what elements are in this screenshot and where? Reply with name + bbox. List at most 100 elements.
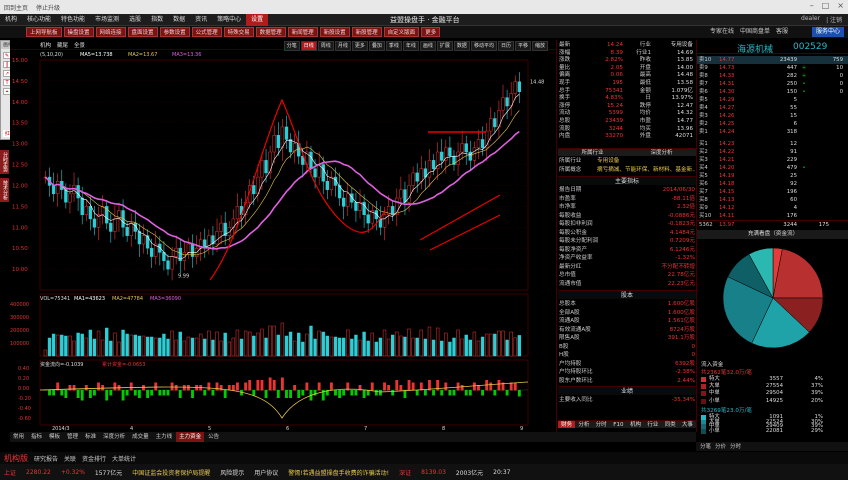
menu-item-6[interactable]: 数据 xyxy=(168,14,190,26)
menu-item-3[interactable]: 市场监测 xyxy=(90,14,124,26)
orderbook-row[interactable]: 卖2 14.25 6 xyxy=(697,120,848,128)
news-4[interactable]: 警惕!若遇益盟操盘手收费的诈骗活动! xyxy=(288,468,389,477)
industry-tab-0[interactable]: 所属行业 xyxy=(558,149,627,156)
toolbar-button-3[interactable]: 盘面设置 xyxy=(127,27,158,37)
status-item-4[interactable]: 大单统计 xyxy=(112,454,136,463)
bottom-tab-0[interactable]: 常用 xyxy=(10,432,27,442)
orderbook-row[interactable]: 卖8 14.33 282 +0 xyxy=(697,72,848,80)
account-item-1[interactable]: | 注销 xyxy=(826,15,842,24)
toolbar-link-0[interactable]: 专家在线 xyxy=(710,27,734,37)
bottom-tab-6[interactable]: 成交量 xyxy=(129,432,152,442)
menu-item-9[interactable]: 设置 xyxy=(246,13,269,26)
toolbar-button-7[interactable]: 数据管理 xyxy=(255,27,286,37)
period-tab-6[interactable]: 季线 xyxy=(385,41,402,51)
bottom-tab-8[interactable]: 主力资金 xyxy=(176,432,205,442)
period-tab-9[interactable]: 扩展 xyxy=(436,41,453,51)
minimize-icon[interactable]: – xyxy=(810,1,814,10)
right-tab-3[interactable]: F10 xyxy=(610,421,627,428)
status-item-2[interactable]: 关联 xyxy=(64,454,76,463)
right-tab-2[interactable]: 分时 xyxy=(593,421,610,428)
orderbook-row[interactable]: 卖9 14.73 447 +10 xyxy=(697,64,848,72)
bottom-tab-9[interactable]: 公告 xyxy=(205,432,222,442)
toolbar-button-4[interactable]: 参数设置 xyxy=(159,27,190,37)
menu-item-2[interactable]: 特色功能 xyxy=(56,14,90,26)
bottom-tab-7[interactable]: 主力线 xyxy=(153,432,176,442)
right-tab-0[interactable]: 财务 xyxy=(558,421,576,428)
side-tab-0[interactable]: 分时走势 xyxy=(0,150,9,174)
toolbar-button-5[interactable]: 公式管理 xyxy=(191,27,222,37)
period-tab-10[interactable]: 数据 xyxy=(453,41,470,51)
menu-item-5[interactable]: 指数 xyxy=(146,14,168,26)
menu-item-4[interactable]: 选股 xyxy=(124,14,146,26)
orderbook-row[interactable]: 卖6 14.30 150 • 0 xyxy=(697,88,848,96)
orderbook-row[interactable]: 买6 14.18 92 xyxy=(697,180,848,188)
orderbook-row[interactable]: 买4 14.20 479 • xyxy=(697,164,848,172)
orderbook-row[interactable]: 卖7 14.31 250 • 0 xyxy=(697,80,848,88)
period-tab-3[interactable]: 月线 xyxy=(334,41,351,51)
orderbook-row[interactable]: 买8 14.13 60 xyxy=(697,196,848,204)
menu-item-0[interactable]: 机构 xyxy=(0,14,22,26)
toolbar-button-6[interactable]: 特殊交易 xyxy=(223,27,254,37)
chart-label-2[interactable]: 全景 xyxy=(74,41,85,49)
toolbar-button-2[interactable]: 网络连接 xyxy=(95,27,126,37)
status-item-0[interactable]: 机构版 xyxy=(4,453,28,464)
right-tab-4[interactable]: 机构 xyxy=(627,421,644,428)
news-2[interactable]: 风险提示 xyxy=(220,468,244,477)
menu-item-7[interactable]: 资讯 xyxy=(190,14,212,26)
right-tab-6[interactable]: 同类 xyxy=(662,421,679,428)
right-tab-1[interactable]: 分析 xyxy=(575,421,592,428)
chart-label-1[interactable]: 藏尾 xyxy=(57,41,68,49)
news-3[interactable]: 用户协议 xyxy=(254,468,278,477)
orderbook-row[interactable]: 卖10 14.77 23439 759 xyxy=(697,56,848,64)
period-tab-4[interactable]: 更多 xyxy=(351,41,368,51)
period-tab-5[interactable]: 叠加 xyxy=(368,41,385,51)
news-1[interactable]: 中国证监会投资者保护局提醒 xyxy=(132,468,210,477)
orderbook-row[interactable]: 买2 14.22 91 xyxy=(697,148,848,156)
menu-item-8[interactable]: 策略中心 xyxy=(212,14,246,26)
period-tab-8[interactable]: 画线 xyxy=(419,41,436,51)
period-tab-0[interactable]: 分笔 xyxy=(283,41,300,51)
chart-area[interactable]: 15.00 14.50 14.00 13.50 13.00 12.50 12.00 11.50… xyxy=(10,40,556,432)
ob-tab-2[interactable]: 分时 xyxy=(730,442,741,451)
orderbook-row[interactable]: 卖3 14.26 15 xyxy=(697,112,848,120)
toolbar-button-1[interactable]: 操盘设置 xyxy=(63,27,94,37)
toolbar-button-0[interactable]: 上网导航板 xyxy=(26,27,62,37)
price-chart-svg[interactable]: 15.00 14.50 14.00 13.50 13.00 12.50 12.00 11.50… xyxy=(10,40,556,432)
ob-tab-1[interactable]: 分价 xyxy=(715,442,726,451)
period-tab-7[interactable]: 年线 xyxy=(402,41,419,51)
bottom-tab-4[interactable]: 标准 xyxy=(82,432,99,442)
orderbook-row[interactable]: 卖1 14.24 318 xyxy=(697,128,848,136)
close-icon[interactable]: × xyxy=(837,1,844,10)
right-tab-5[interactable]: 行业 xyxy=(644,421,661,428)
service-center-button[interactable]: 服务中心 xyxy=(811,27,844,37)
orderbook-row[interactable]: 卖4 14.27 55 xyxy=(697,104,848,112)
toolbar-button-10[interactable]: 新股管理 xyxy=(351,27,382,37)
orderbook-row[interactable]: 买5 14.19 25 xyxy=(697,172,848,180)
side-tab-1[interactable]: 技术分析 xyxy=(0,178,9,202)
bottom-tab-5[interactable]: 深度分析 xyxy=(100,432,128,442)
toolbar-link-2[interactable]: 客服 xyxy=(776,27,788,37)
orderbook-row[interactable]: 买7 14.15 196 xyxy=(697,188,848,196)
orderbook-row[interactable]: 买9 14.12 4 xyxy=(697,204,848,212)
period-tab-2[interactable]: 周线 xyxy=(317,41,334,51)
toolbar-button-11[interactable]: 自定义版面 xyxy=(383,27,420,37)
orderbook-row[interactable]: 买10 14.11 176 xyxy=(697,212,848,220)
status-item-1[interactable]: 研究报告 xyxy=(34,454,58,463)
toolbar-button-8[interactable]: 新闻管理 xyxy=(287,27,318,37)
orderbook-row[interactable]: 买1 14.23 12 xyxy=(697,140,848,148)
bottom-tab-1[interactable]: 指标 xyxy=(28,432,45,442)
period-tab-14[interactable]: 缩放 xyxy=(531,41,548,51)
toolbar-button-12[interactable]: 更多 xyxy=(421,27,441,37)
account-item-0[interactable]: dealer xyxy=(801,15,820,24)
ob-tab-0[interactable]: 分笔 xyxy=(700,442,711,451)
toolbar-link-1[interactable]: 中国商盘单 xyxy=(740,27,770,37)
period-tab-11[interactable]: 移动平均 xyxy=(470,41,497,51)
right-tab-7[interactable]: 大事 xyxy=(679,421,696,428)
toolbar-button-9[interactable]: 新股设置 xyxy=(319,27,350,37)
period-tab-13[interactable]: 平移 xyxy=(514,41,531,51)
period-tab-12[interactable]: 日历 xyxy=(497,41,514,51)
maximize-icon[interactable]: □ xyxy=(822,1,830,10)
period-tab-1[interactable]: 日线 xyxy=(300,41,317,51)
bottom-tab-3[interactable]: 管理 xyxy=(64,432,81,442)
stop-upgrade-link[interactable]: 停止升级 xyxy=(36,3,60,12)
